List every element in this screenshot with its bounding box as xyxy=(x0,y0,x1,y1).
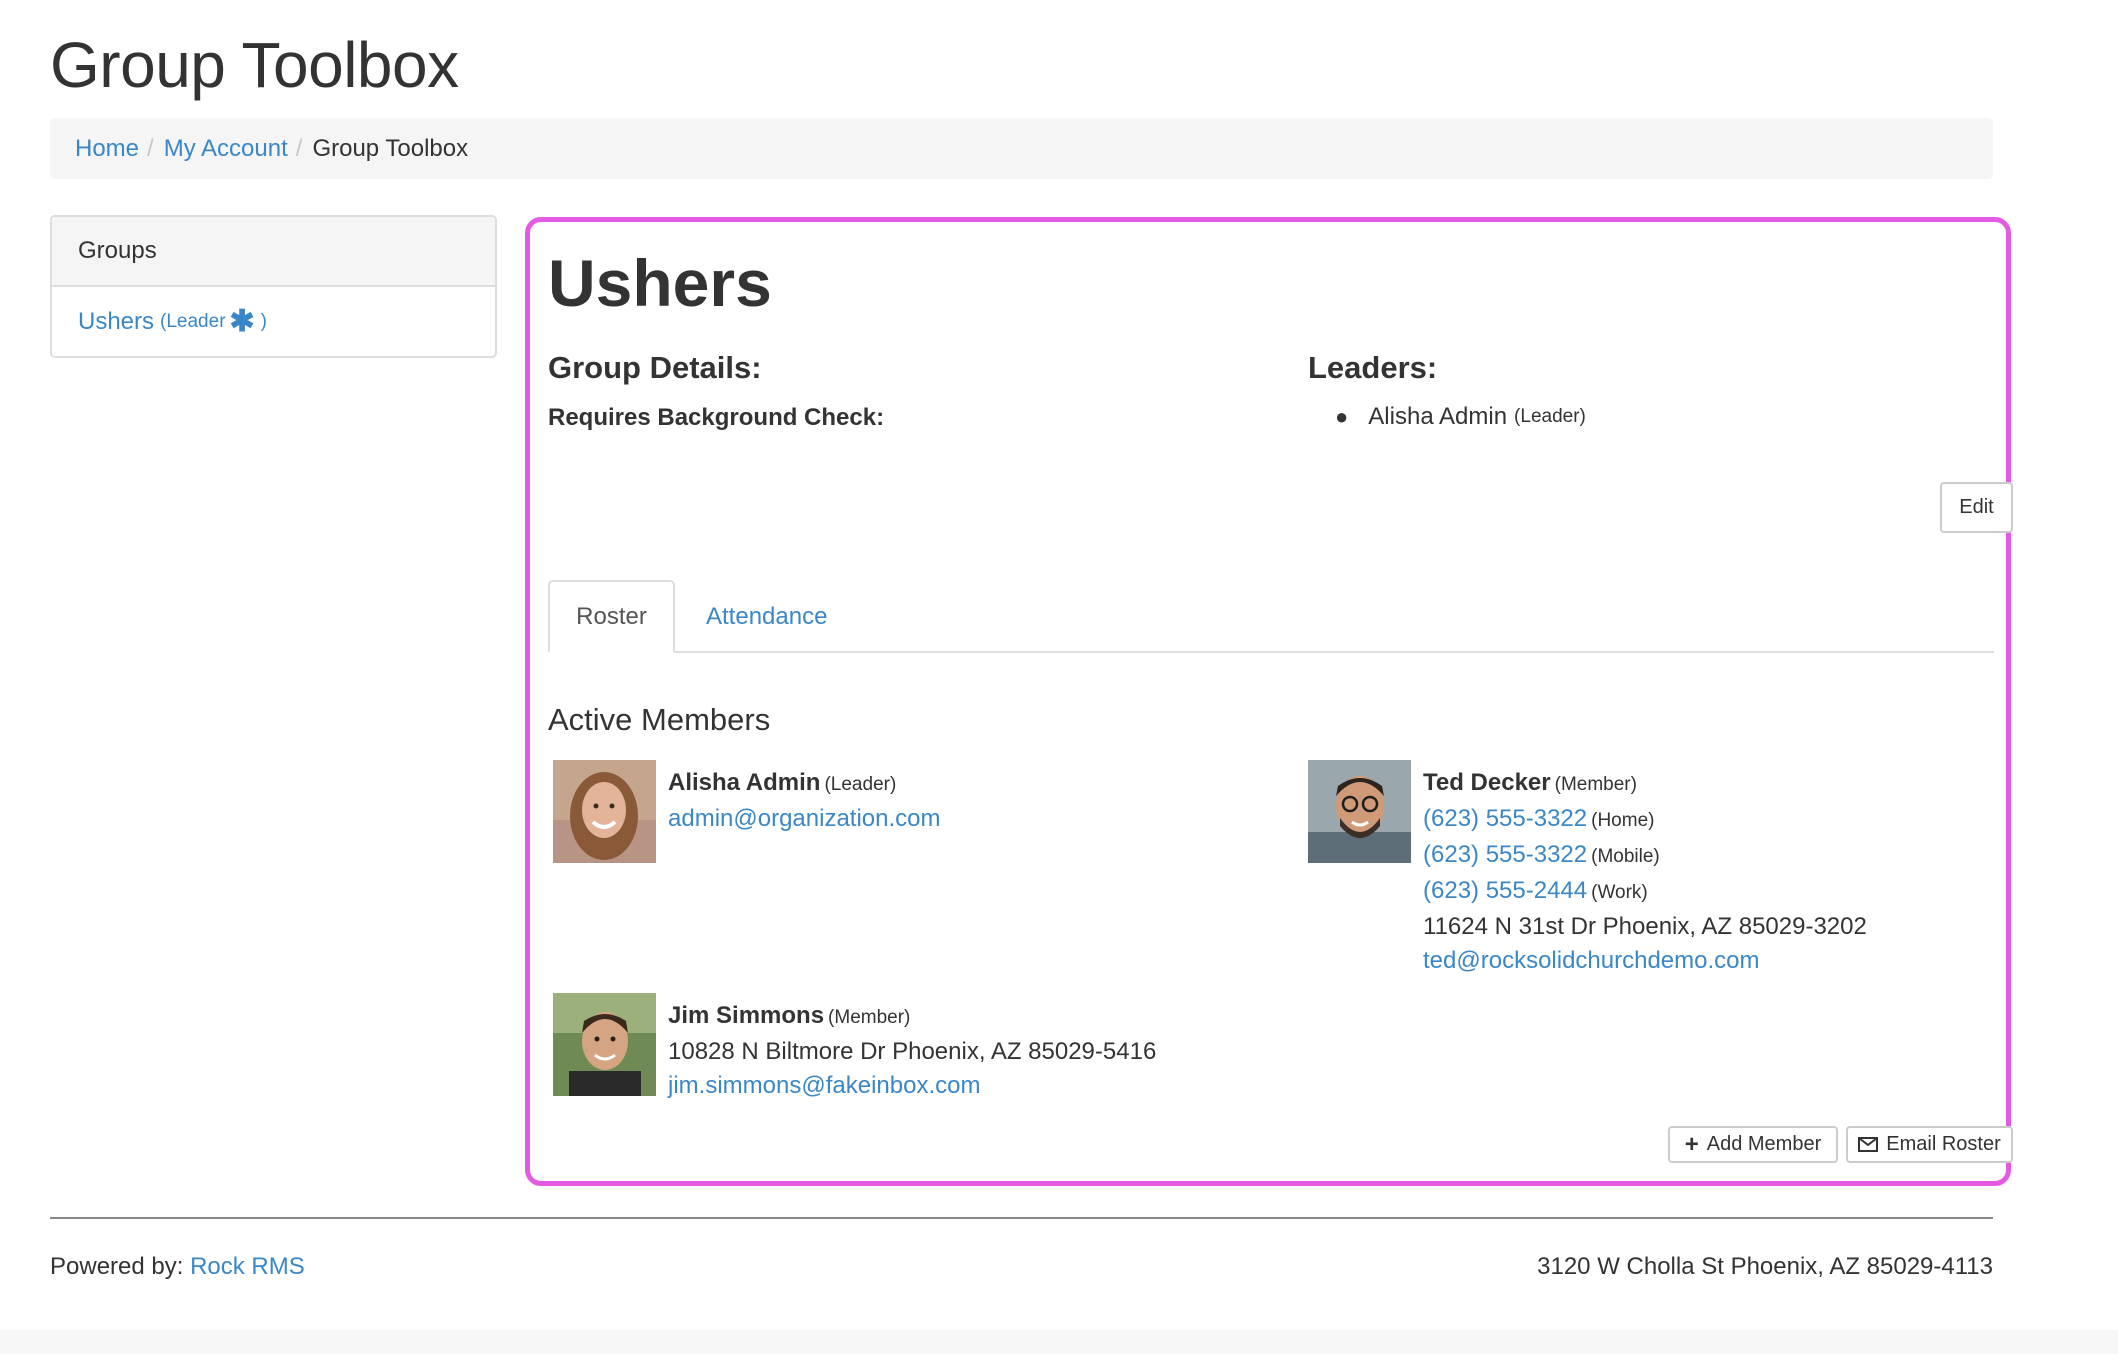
envelope-icon xyxy=(1858,1137,1879,1152)
footer-powered-by: Powered by: Rock RMS xyxy=(50,1253,305,1281)
breadcrumb-home-link[interactable]: Home xyxy=(75,135,139,163)
page-title: Group Toolbox xyxy=(50,29,459,101)
add-member-label: Add Member xyxy=(1706,1133,1822,1155)
leader-role: (Leader) xyxy=(1514,406,1586,427)
breadcrumb-separator: / xyxy=(147,134,154,162)
member-role: (Leader) xyxy=(824,774,897,795)
phone-line: (623) 555-2444 (Work) xyxy=(1423,874,1867,910)
phone-line: (623) 555-3322 (Mobile) xyxy=(1423,838,1867,874)
member-address: 10828 N Biltmore Dr Phoenix, AZ 85029-54… xyxy=(668,1038,1157,1065)
member-role: (Member) xyxy=(828,1007,911,1028)
edit-button[interactable]: Edit xyxy=(1940,482,2013,533)
leader-item: ● Alisha Admin (Leader) xyxy=(1335,403,1586,431)
email-roster-label: Email Roster xyxy=(1886,1133,2001,1155)
bullet-icon: ● xyxy=(1335,404,1349,429)
phone-type: (Home) xyxy=(1591,810,1655,831)
breadcrumb: Home / My Account / Group Toolbox xyxy=(50,118,1993,179)
phone-type: (Mobile) xyxy=(1591,846,1660,867)
group-name: Ushers xyxy=(548,246,772,320)
footer-divider xyxy=(50,1217,1993,1219)
powered-by-label: Powered by: xyxy=(50,1253,191,1280)
member-card-ted-decker: Ted Decker (Member) (623) 555-3322 (Home) … xyxy=(1308,760,1867,978)
tab-attendance[interactable]: Attendance xyxy=(706,580,827,653)
add-member-button[interactable]: + Add Member xyxy=(1668,1126,1838,1163)
leader-name: Alisha Admin xyxy=(1368,403,1508,430)
group-details-heading: Group Details: xyxy=(548,350,762,385)
group-item-ushers[interactable]: Ushers (Leader ✱ ) xyxy=(52,287,495,356)
member-name[interactable]: Jim Simmons xyxy=(668,1002,824,1029)
email-roster-button[interactable]: Email Roster xyxy=(1846,1126,2013,1163)
active-members-heading: Active Members xyxy=(548,702,771,737)
groups-panel: Groups Ushers (Leader ✱ ) xyxy=(50,215,497,358)
breadcrumb-current: Group Toolbox xyxy=(312,134,469,162)
leader-asterisk-icon: ✱ xyxy=(229,304,255,338)
phone-type: (Work) xyxy=(1591,882,1648,903)
group-item-role: (Leader xyxy=(160,310,226,332)
phone-link[interactable]: (623) 555-3322 xyxy=(1423,841,1587,868)
phone-link[interactable]: (623) 555-3322 xyxy=(1423,805,1587,832)
member-name[interactable]: Alisha Admin xyxy=(668,769,820,796)
leaders-heading: Leaders: xyxy=(1308,350,1438,385)
breadcrumb-my-account-link[interactable]: My Account xyxy=(164,135,288,163)
member-name[interactable]: Ted Decker xyxy=(1423,769,1551,796)
group-item-role-close: ) xyxy=(260,310,267,332)
plus-icon: + xyxy=(1684,1130,1699,1158)
member-card-jim-simmons: Jim Simmons (Member) 10828 N Biltmore Dr … xyxy=(553,993,1156,1103)
member-role: (Member) xyxy=(1554,774,1637,795)
rock-rms-link[interactable]: Rock RMS xyxy=(190,1253,305,1280)
member-email-link[interactable]: admin@organization.com xyxy=(668,802,941,836)
phone-line: (623) 555-3322 (Home) xyxy=(1423,802,1867,838)
member-email-link[interactable]: jim.simmons@fakeinbox.com xyxy=(668,1069,1156,1103)
phone-link[interactable]: (623) 555-2444 xyxy=(1423,877,1587,904)
group-item-name: Ushers xyxy=(78,307,155,335)
avatar xyxy=(1308,760,1411,863)
groups-panel-heading: Groups xyxy=(52,217,495,287)
breadcrumb-separator: / xyxy=(295,134,303,162)
tab-roster[interactable]: Roster xyxy=(548,580,675,653)
member-address: 11624 N 31st Dr Phoenix, AZ 85029-3202 xyxy=(1423,913,1867,940)
background-check-label: Requires Background Check: xyxy=(548,404,885,431)
avatar xyxy=(553,760,656,863)
leaders-list: ● Alisha Admin (Leader) xyxy=(1335,403,1586,431)
page-bottom-band xyxy=(0,1330,2118,1354)
avatar xyxy=(553,993,656,1096)
footer-address: 3120 W Cholla St Phoenix, AZ 85029-4113 xyxy=(1537,1253,1993,1280)
member-email-link[interactable]: ted@rocksolidchurchdemo.com xyxy=(1423,944,1867,978)
member-card-alisha-admin: Alisha Admin (Leader) admin@organization.… xyxy=(553,760,941,863)
